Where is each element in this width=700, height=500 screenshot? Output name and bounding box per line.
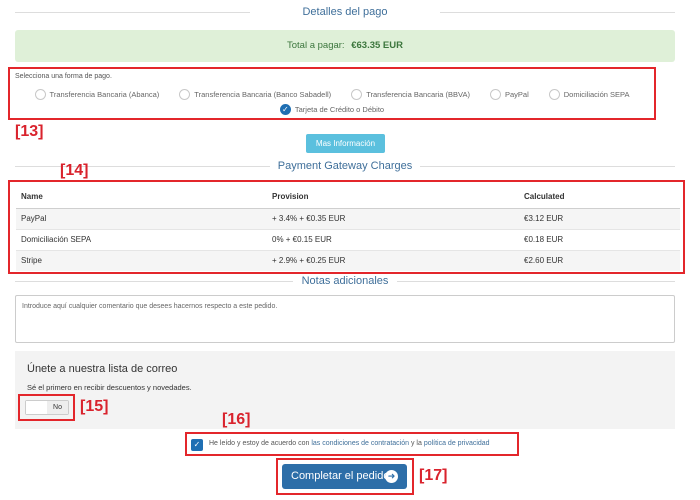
terms-wrapper: ✓ He leído y estoy de acuerdo con las co…: [185, 432, 519, 456]
total-value: €63.35 EUR: [351, 40, 403, 51]
terms-text: He leído y estoy de acuerdo con las cond…: [209, 440, 490, 447]
mailing-subtext: Sé el primero en recibir descuentos y no…: [27, 383, 192, 392]
table-row: PayPal + 3.4% + €0.35 EUR €3.12 EUR: [16, 207, 680, 229]
mailing-heading: Únete a nuestra lista de correo: [27, 363, 178, 375]
table-row: Stripe + 2.9% + €0.25 EUR €2.60 EUR: [16, 249, 680, 271]
payment-option-sepa[interactable]: Domiciliación SEPA: [548, 89, 629, 100]
payment-option-bbva[interactable]: Transferencia Bancaria (BBVA): [351, 89, 470, 100]
payment-details-title: Detalles del pago: [15, 6, 675, 18]
annotation-16: [16]: [222, 411, 251, 428]
radio-icon[interactable]: [34, 89, 46, 100]
payment-option-card[interactable]: ✓ Tarjeta de Crédito o Débito: [279, 104, 384, 115]
total-to-pay-banner: Total a pagar: €63.35 EUR: [15, 30, 675, 62]
checkmark-icon[interactable]: ✓: [279, 104, 291, 115]
column-header-name: Name: [16, 186, 267, 209]
radio-icon[interactable]: [548, 89, 560, 100]
more-info-button[interactable]: Mas Información: [306, 134, 385, 153]
annotation-13: [13]: [15, 123, 44, 140]
annotation-15: [15]: [80, 398, 109, 415]
gateway-charges-table: Name Provision Calculated PayPal + 3.4% …: [16, 186, 680, 271]
annotation-17: [17]: [419, 467, 448, 484]
toggle-knob[interactable]: [26, 401, 48, 414]
complete-order-label: Completar el pedido: [291, 470, 390, 482]
gateway-charges-table-wrapper: Name Provision Calculated PayPal + 3.4% …: [8, 180, 685, 274]
mailing-list-panel: Únete a nuestra lista de correo Sé el pr…: [15, 351, 675, 429]
conditions-link[interactable]: las condiciones de contratación: [311, 440, 409, 447]
column-header-provision: Provision: [267, 186, 519, 209]
complete-order-button[interactable]: Completar el pedido ➜: [282, 464, 407, 489]
payment-option-abanca[interactable]: Transferencia Bancaria (Abanca): [34, 89, 159, 100]
mailing-toggle[interactable]: No: [25, 400, 69, 415]
payment-methods-row-2: ✓ Tarjeta de Crédito o Débito: [10, 104, 654, 115]
column-header-calculated: Calculated: [519, 186, 680, 209]
annotation-14: [14]: [60, 162, 89, 179]
terms-checkbox[interactable]: ✓: [191, 439, 203, 451]
radio-icon[interactable]: [489, 89, 501, 100]
gateway-charges-title: Payment Gateway Charges: [15, 160, 675, 172]
table-row: Domiciliación SEPA 0% + €0.15 EUR €0.18 …: [16, 228, 680, 250]
arrow-right-icon: ➜: [385, 470, 398, 483]
radio-icon[interactable]: [351, 89, 363, 100]
notes-title: Notas adicionales: [15, 275, 675, 287]
complete-order-wrapper: Completar el pedido ➜: [276, 458, 414, 495]
privacy-link[interactable]: política de privacidad: [424, 440, 490, 447]
payment-methods-group: Selecciona una forma de pago. Transferen…: [8, 67, 656, 120]
payment-methods-row-1: Transferencia Bancaria (Abanca) Transfer…: [10, 89, 654, 100]
payment-methods-caption: Selecciona una forma de pago.: [15, 73, 112, 80]
total-label: Total a pagar:: [287, 40, 345, 51]
toggle-state-label: No: [47, 401, 68, 414]
notes-textarea[interactable]: Introduce aquí cualquier comentario que …: [15, 295, 675, 343]
mailing-toggle-wrapper: No: [18, 394, 75, 421]
payment-option-sabadell[interactable]: Transferencia Bancaria (Banco Sabadell): [179, 89, 331, 100]
table-header-row: Name Provision Calculated: [16, 186, 680, 209]
radio-icon[interactable]: [179, 89, 191, 100]
payment-option-paypal[interactable]: PayPal: [489, 89, 529, 100]
